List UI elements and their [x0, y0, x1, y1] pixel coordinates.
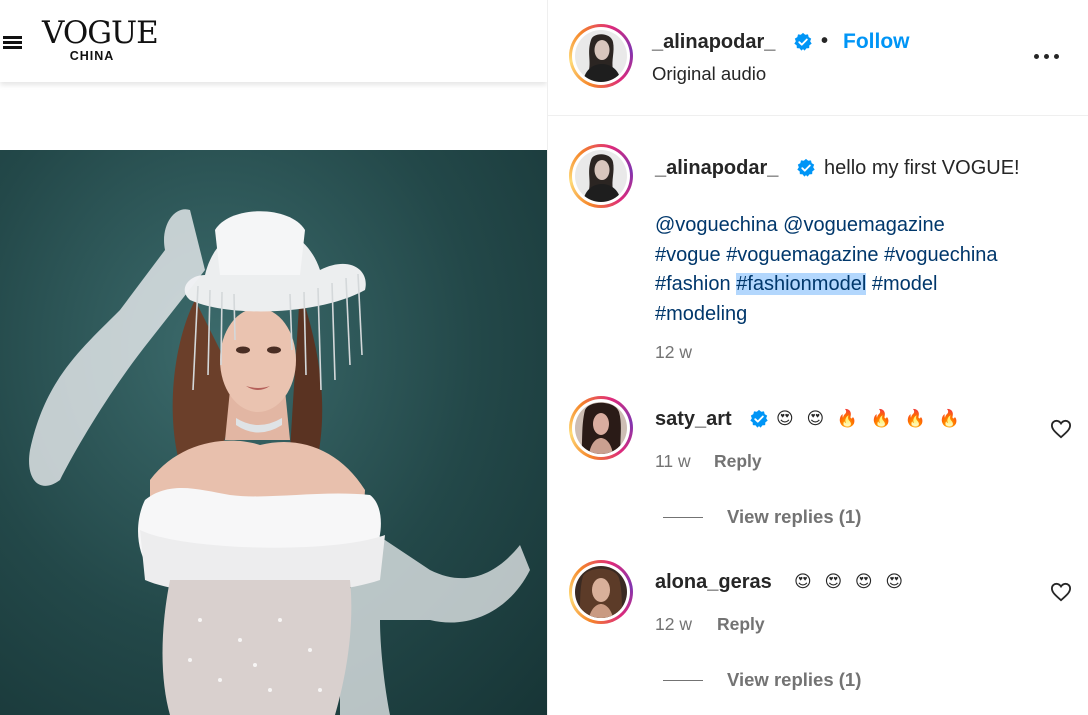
hashtag-voguemagazine[interactable]: #voguemagazine	[726, 244, 878, 266]
verified-badge-icon	[797, 158, 815, 177]
post-photo	[0, 150, 547, 715]
vogue-logo-word: VOGUE	[42, 15, 159, 51]
caption-text: hello my first VOGUE!	[824, 157, 1020, 179]
comment-timestamp[interactable]: 11 w	[655, 451, 691, 472]
comment-avatar[interactable]	[569, 396, 633, 460]
verified-badge-icon	[794, 32, 812, 51]
author-avatar[interactable]	[569, 24, 633, 88]
comment-text: 😍 😍 😍 😍	[794, 572, 908, 591]
model-illustration	[29, 209, 530, 715]
caption-avatar[interactable]	[569, 144, 633, 208]
view-replies-line	[663, 680, 703, 681]
reply-button[interactable]: Reply	[714, 451, 762, 472]
more-options-icon[interactable]	[1034, 53, 1060, 61]
hashtag-voguechina[interactable]: #voguechina	[884, 244, 997, 266]
author-username[interactable]: _alinapodar_	[652, 31, 775, 54]
vogue-logo[interactable]: VOGUE CHINA	[42, 15, 159, 64]
hashtag-fashion[interactable]: #fashion	[655, 273, 731, 295]
instagram-panel: _alinapodar_ • Follow Original audio _al…	[547, 0, 1088, 715]
comment-avatar[interactable]	[569, 560, 633, 624]
hashtag-modeling[interactable]: #modeling	[655, 303, 747, 325]
view-replies-line	[663, 517, 703, 518]
post-timestamp[interactable]: 12 w	[655, 342, 692, 363]
reply-button[interactable]: Reply	[717, 614, 765, 635]
vogue-header: VOGUE CHINA	[0, 0, 547, 82]
vogue-page: VOGUE CHINA	[0, 0, 547, 715]
hashtag-model[interactable]: #model	[872, 273, 938, 295]
comment-timestamp[interactable]: 12 w	[655, 614, 692, 635]
hashtag-fashionmodel[interactable]: #fashionmodel	[736, 273, 867, 295]
menu-icon[interactable]	[3, 36, 22, 49]
separator-dot: •	[821, 30, 829, 52]
view-replies-button[interactable]: View replies (1)	[727, 506, 861, 528]
like-heart-icon[interactable]	[1050, 582, 1072, 602]
vogue-logo-sub: CHINA	[69, 49, 115, 63]
comment-text: 😍 😍 🔥 🔥 🔥 🔥	[776, 409, 964, 428]
comment-username[interactable]: saty_art	[655, 408, 732, 431]
like-heart-icon[interactable]	[1050, 419, 1072, 439]
follow-button[interactable]: Follow	[843, 30, 910, 54]
caption-tags: @voguechina @voguemagazine #vogue #vogue…	[655, 211, 1075, 329]
verified-badge-icon	[750, 409, 768, 428]
mention-voguechina[interactable]: @voguechina	[655, 214, 778, 236]
post-header: _alinapodar_ • Follow Original audio	[548, 0, 1088, 116]
mention-voguemagazine[interactable]: @voguemagazine	[783, 214, 945, 236]
comment-username[interactable]: alona_geras	[655, 571, 772, 594]
original-audio-link[interactable]: Original audio	[652, 63, 766, 85]
view-replies-button[interactable]: View replies (1)	[727, 669, 861, 691]
hashtag-vogue[interactable]: #vogue	[655, 244, 721, 266]
caption-username[interactable]: _alinapodar_	[655, 157, 778, 180]
